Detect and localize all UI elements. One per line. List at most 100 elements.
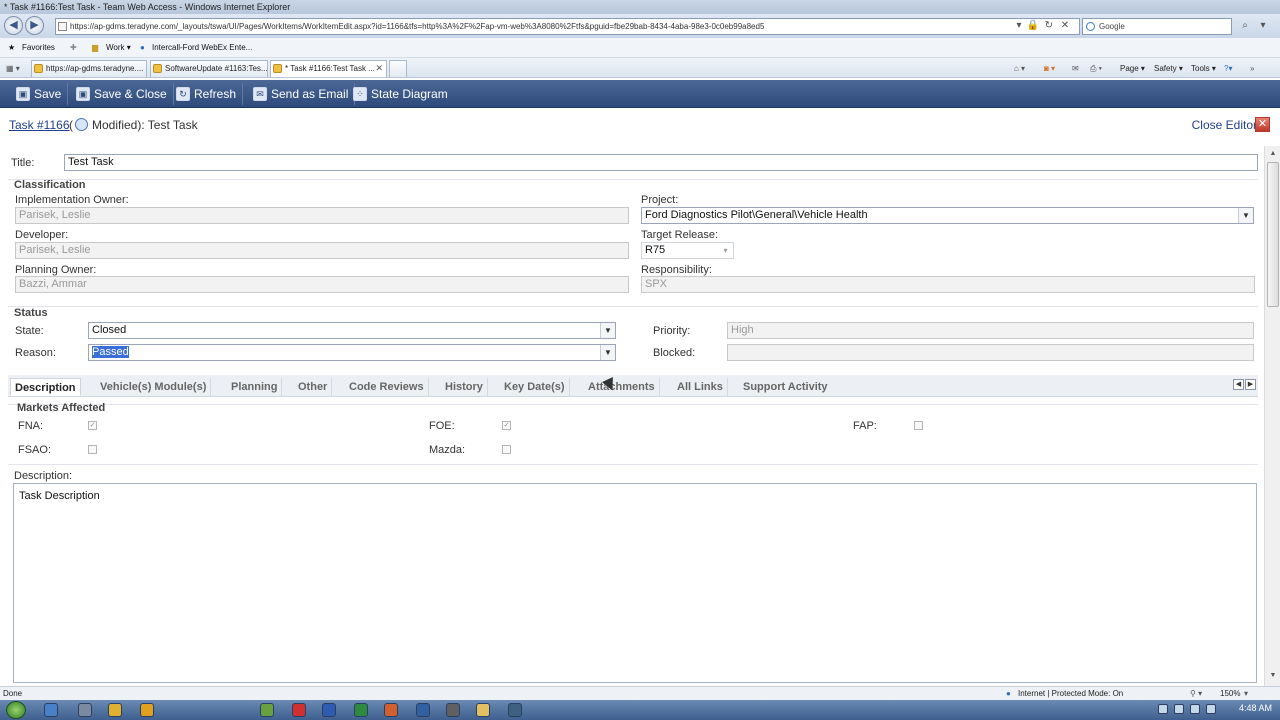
- project-taskbar-icon[interactable]: [416, 703, 430, 717]
- close-icon[interactable]: ✕: [1255, 117, 1270, 132]
- fav-item-webex[interactable]: Intercall-Ford WebEx Ente...: [152, 38, 252, 58]
- title-field[interactable]: Test Task: [64, 154, 1258, 171]
- refresh-page-icon[interactable]: ↻: [1042, 19, 1056, 33]
- taskbar-app-icon[interactable]: [446, 703, 460, 717]
- volume-icon[interactable]: [1206, 704, 1216, 714]
- stop-icon[interactable]: ✕: [1058, 19, 1072, 33]
- tab-close-icon[interactable]: ✕: [375, 61, 383, 76]
- taskbar-app-icon[interactable]: [78, 703, 92, 717]
- chevron-down-icon[interactable]: ▼: [1238, 208, 1253, 223]
- taskbar-app-icon[interactable]: [108, 703, 122, 717]
- chevron-down-icon[interactable]: ▼: [600, 345, 615, 360]
- project-select[interactable]: Ford Diagnostics Pilot\General\Vehicle H…: [641, 207, 1254, 224]
- fav-item-work[interactable]: Work ▾: [106, 38, 131, 58]
- save-close-button[interactable]: ▣ Save & Close: [72, 83, 174, 105]
- browser-tab-3[interactable]: * Task #1166:Test Task ... ✕: [270, 60, 387, 77]
- tab-history[interactable]: History: [441, 378, 488, 396]
- taskbar-app-icon[interactable]: [260, 703, 274, 717]
- tab-support-activity[interactable]: Support Activity: [739, 378, 832, 396]
- fap-checkbox[interactable]: [914, 421, 923, 430]
- quick-tabs-icon[interactable]: ▦ ▾: [6, 62, 20, 76]
- chevron-down-icon[interactable]: ▼: [600, 323, 615, 338]
- tab-attachments[interactable]: Attachments: [584, 378, 660, 396]
- search-icon[interactable]: ⌕: [1238, 19, 1252, 33]
- ie-taskbar-icon[interactable]: [44, 703, 58, 717]
- fsao-checkbox[interactable]: [88, 445, 97, 454]
- tab-description[interactable]: Description: [10, 378, 81, 396]
- state-select[interactable]: Closed ▼: [88, 322, 616, 339]
- forward-icon[interactable]: ▶: [25, 16, 44, 35]
- mail-icon[interactable]: ✉: [1072, 62, 1079, 76]
- send-email-button[interactable]: ✉ Send as Email: [249, 83, 356, 105]
- scroll-down-icon[interactable]: ▼: [1267, 670, 1279, 682]
- tab-scroll-right-icon[interactable]: ▶: [1245, 379, 1256, 390]
- feeds-icon[interactable]: ◙ ▾: [1044, 62, 1055, 76]
- security-zone[interactable]: Internet | Protected Mode: On: [1018, 687, 1123, 700]
- tab-scroll-left-icon[interactable]: ◀: [1233, 379, 1244, 390]
- zoom-dropdown-icon[interactable]: ▾: [1244, 687, 1248, 700]
- home-icon[interactable]: ⌂ ▾: [1014, 62, 1025, 76]
- save-button[interactable]: ▣ Save: [12, 83, 69, 105]
- planning-owner-field[interactable]: Bazzi, Ammar: [15, 276, 629, 293]
- page-menu[interactable]: Page ▾: [1120, 62, 1145, 76]
- reason-select[interactable]: Passed ▼: [88, 344, 616, 361]
- back-icon[interactable]: ◀: [4, 16, 23, 35]
- scroll-up-icon[interactable]: ▲: [1267, 148, 1279, 160]
- blocked-field[interactable]: [727, 344, 1254, 361]
- taskbar-app-icon[interactable]: [292, 703, 306, 717]
- fna-checkbox[interactable]: ✓: [88, 421, 97, 430]
- responsibility-field[interactable]: SPX: [641, 276, 1255, 293]
- start-button[interactable]: [6, 701, 26, 719]
- implementation-owner-field[interactable]: Parisek, Leslie: [15, 207, 629, 224]
- taskbar-app-icon[interactable]: [140, 703, 154, 717]
- target-release-select[interactable]: R75 ▾: [641, 242, 734, 259]
- zoom-level[interactable]: 150%: [1220, 687, 1240, 700]
- browser-tab-1[interactable]: https://ap-gdms.teradyne....: [31, 60, 147, 77]
- description-editor[interactable]: Task Description: [13, 483, 1257, 683]
- task-link[interactable]: Task #1166: [9, 114, 70, 136]
- browser-tab-2[interactable]: SoftwareUpdate #1163:Tes...: [150, 60, 268, 77]
- powerpoint-taskbar-icon[interactable]: [384, 703, 398, 717]
- mazda-checkbox[interactable]: [502, 445, 511, 454]
- undo-icon[interactable]: [75, 118, 88, 131]
- tab-code-reviews[interactable]: Code Reviews: [345, 378, 429, 396]
- help-icon[interactable]: ?▾: [1224, 62, 1232, 76]
- tab-all-links[interactable]: All Links: [673, 378, 728, 396]
- tray-icon[interactable]: [1190, 704, 1200, 714]
- zoom-icon[interactable]: ⚲ ▾: [1190, 687, 1202, 700]
- vertical-scrollbar[interactable]: ▲ ▼: [1264, 146, 1280, 686]
- taskbar-app-icon[interactable]: [508, 703, 522, 717]
- address-bar[interactable]: https://ap-gdms.teradyne.com/_layouts/ts…: [55, 18, 1080, 35]
- foe-checkbox[interactable]: ✓: [502, 421, 511, 430]
- chevron-down-icon[interactable]: ▾: [718, 243, 733, 258]
- chevron-right-icon[interactable]: »: [1250, 62, 1254, 76]
- priority-field[interactable]: High: [727, 322, 1254, 339]
- tray-icon[interactable]: [1174, 704, 1184, 714]
- address-dropdown-icon[interactable]: ▾: [1012, 19, 1026, 33]
- explorer-taskbar-icon[interactable]: [476, 703, 490, 717]
- print-icon[interactable]: ⎙ ▾: [1090, 62, 1102, 76]
- scroll-thumb[interactable]: [1267, 162, 1279, 307]
- new-tab-button[interactable]: [389, 60, 407, 77]
- tab-vehicle-modules[interactable]: Vehicle(s) Module(s): [96, 378, 212, 396]
- tools-menu[interactable]: Tools ▾: [1191, 62, 1216, 76]
- lock-icon[interactable]: 🔒: [1026, 19, 1040, 33]
- tab-planning[interactable]: Planning: [227, 378, 283, 396]
- developer-field[interactable]: Parisek, Leslie: [15, 242, 629, 259]
- search-box[interactable]: Google: [1082, 18, 1232, 35]
- excel-taskbar-icon[interactable]: [354, 703, 368, 717]
- safety-menu[interactable]: Safety ▾: [1154, 62, 1183, 76]
- state-diagram-button[interactable]: ⁘ State Diagram: [349, 83, 454, 105]
- tray-icon[interactable]: [1158, 704, 1168, 714]
- favorites-button[interactable]: Favorites: [22, 38, 55, 58]
- search-options-icon[interactable]: ▾: [1256, 19, 1270, 33]
- tab-key-dates[interactable]: Key Date(s): [500, 378, 570, 396]
- word-taskbar-icon[interactable]: [322, 703, 336, 717]
- refresh-button[interactable]: ↻ Refresh: [172, 83, 244, 105]
- favorites-star-icon[interactable]: ★: [8, 38, 15, 58]
- tab-other[interactable]: Other: [294, 378, 333, 396]
- state-diagram-icon: ⁘: [353, 87, 367, 101]
- close-editor-link[interactable]: Close Editor: [1192, 114, 1257, 136]
- status-text: Done: [3, 689, 23, 698]
- add-favorite-icon[interactable]: ✚: [70, 38, 77, 58]
